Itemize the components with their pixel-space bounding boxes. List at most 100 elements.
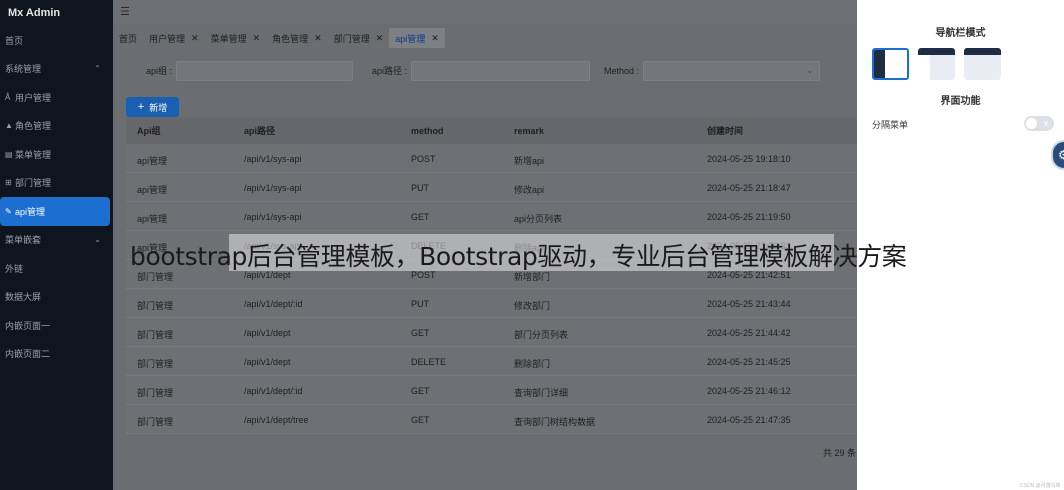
table-row[interactable]: api管理/api/v1/sys-api GET api分页列表 2024-05-25…: [126, 202, 857, 231]
filter-path: api路径 :: [372, 60, 591, 81]
table-cell: 部门管理: [137, 301, 174, 311]
add-button[interactable]: + 新增: [126, 97, 179, 117]
table-cell: 修改api: [514, 185, 545, 195]
table-cell: PUT: [411, 183, 429, 193]
user-icon: Å: [5, 92, 11, 102]
table-cell: 2024-05-25 21:46:12: [707, 386, 791, 396]
toggle-knob: [1026, 118, 1037, 129]
sidebar: Mx Admin 首页 系统管理 ⌃ Å 用户管理 ▲ 角色管理 ▤ 菜单管理 ⊞ 部门管理 ✎ api…: [0, 0, 113, 490]
tab-label: 部门管理: [333, 33, 370, 44]
sidebar-item-7[interactable]: 菜单嵌套 ⌄: [0, 226, 113, 255]
table-cell: /api/v1/dept/tree: [244, 415, 309, 425]
table-cell: 2024-05-25 19:18:10: [707, 154, 791, 164]
split-menu-label: 分隔菜单: [872, 120, 909, 130]
dept-icon: ⊞: [5, 178, 12, 188]
pagination-total: 共 29 条: [823, 448, 857, 458]
api-group-label: api组 :: [146, 66, 173, 76]
api-group-input[interactable]: [176, 60, 354, 81]
sidebar-item-label: 用户管理: [15, 92, 52, 103]
table-row[interactable]: api管理/api/v1/sys-api POST 新增api 2024-05-25 …: [126, 144, 857, 173]
layout-top-bar: [964, 48, 1001, 55]
chevron-down-icon: ⌄: [806, 65, 814, 75]
table-cell: 2024-05-25 21:19:50: [707, 212, 791, 222]
close-icon[interactable]: ✕: [314, 33, 322, 44]
close-icon[interactable]: ✕: [253, 33, 261, 44]
table-cell: /api/v1/sys-api: [244, 154, 302, 164]
layout-option-mixed[interactable]: [918, 48, 955, 80]
table-cell: GET: [411, 328, 430, 338]
chevron-up-icon: ⌃: [94, 64, 101, 74]
column-header: remark: [514, 125, 545, 136]
table-cell: GET: [411, 212, 430, 222]
table-cell: api分页列表: [514, 214, 563, 224]
method-select[interactable]: ⌄: [643, 60, 821, 81]
table-cell: 查询部门详细: [514, 388, 569, 398]
api-path-input[interactable]: [411, 60, 591, 81]
column-header: method: [411, 125, 444, 136]
column-header: 创建时间: [707, 126, 744, 136]
layout-option-top[interactable]: [964, 48, 1001, 80]
tab-1[interactable]: 用户管理 ✕: [143, 28, 205, 48]
sidebar-item-2[interactable]: Å 用户管理: [0, 83, 113, 112]
table-cell: 查询部门树结构数据: [514, 417, 596, 427]
table-cell: /api/v1/dept: [244, 357, 291, 367]
tab-0[interactable]: 首页: [113, 28, 143, 48]
table-cell: 部门管理: [137, 359, 174, 369]
close-icon[interactable]: ✕: [376, 33, 384, 44]
table-cell: PUT: [411, 299, 429, 309]
close-icon[interactable]: ✕: [191, 33, 199, 44]
hamburger-icon[interactable]: ☰: [120, 5, 130, 18]
api-table: Api组 api路径 method remark 创建时间 api管理/api/v1/s…: [126, 117, 857, 434]
close-icon[interactable]: ✕: [431, 33, 439, 44]
split-menu-toggle[interactable]: 关: [1024, 116, 1054, 131]
sidebar-item-5[interactable]: ⊞ 部门管理: [0, 169, 113, 198]
table-cell: 修改部门: [514, 301, 551, 311]
table-cell: 2024-05-25 21:45:25: [707, 357, 791, 367]
tab-2[interactable]: 菜单管理 ✕: [205, 28, 267, 48]
table-row[interactable]: 部门管理/api/v1/dept GET 部门分页列表 2024-05-25 21:4…: [126, 318, 857, 347]
table-cell: DELETE: [411, 357, 447, 367]
tab-5[interactable]: api管理 ✕: [389, 28, 445, 48]
sidebar-item-10[interactable]: 内嵌页面一: [0, 311, 113, 340]
sidebar-item-6[interactable]: ✎ api管理: [0, 197, 110, 226]
sidebar-item-11[interactable]: 内嵌页面二: [0, 340, 113, 369]
table-cell: api管理: [137, 156, 168, 166]
sidebar-item-4[interactable]: ▤ 菜单管理: [0, 140, 113, 169]
table-cell: 部门管理: [137, 330, 174, 340]
tab-4[interactable]: 部门管理 ✕: [328, 28, 390, 48]
column-header: api路径: [244, 126, 276, 136]
sidebar-item-label: 系统管理: [5, 64, 42, 75]
layout-option-side[interactable]: [872, 48, 909, 80]
table-cell: /api/v1/sys-api: [244, 212, 302, 222]
tab-3[interactable]: 角色管理 ✕: [266, 28, 328, 48]
chevron-down-icon: ⌄: [94, 235, 101, 245]
sidebar-item-3[interactable]: ▲ 角色管理: [0, 112, 113, 141]
table-row[interactable]: 部门管理/api/v1/dept/:id GET 查询部门详细 2024-05-25 …: [126, 376, 857, 405]
toggle-label: 关: [1042, 122, 1049, 128]
sidebar-item-9[interactable]: 数据大屏: [0, 283, 113, 312]
table-cell: 2024-05-25 21:47:35: [707, 415, 791, 425]
nav-mode-title: 导航栏模式: [935, 28, 986, 39]
table-cell: 删除部门: [514, 359, 551, 369]
table-cell: GET: [411, 415, 430, 425]
sidebar-item-label: 内嵌页面一: [5, 320, 51, 331]
api-path-label: api路径 :: [372, 66, 408, 76]
table-cell: GET: [411, 386, 430, 396]
table-cell: api管理: [137, 214, 168, 224]
layout-side-bar: [874, 50, 885, 78]
table-row[interactable]: 部门管理/api/v1/dept/:id PUT 修改部门 2024-05-25 21…: [126, 289, 857, 318]
table-header: Api组 api路径 method remark 创建时间: [126, 117, 857, 144]
sidebar-item-1[interactable]: 系统管理 ⌃: [0, 55, 113, 84]
table-row[interactable]: 部门管理/api/v1/dept DELETE 删除部门 2024-05-25 21:…: [126, 347, 857, 376]
sidebar-item-label: 部门管理: [15, 178, 52, 189]
ui-function-title: 界面功能: [940, 96, 981, 107]
table-cell: 部门管理: [137, 388, 174, 398]
sidebar-item-8[interactable]: 外链: [0, 254, 113, 283]
plus-icon: +: [137, 101, 145, 113]
table-cell: 2024-05-25 21:43:44: [707, 299, 791, 309]
table-row[interactable]: api管理/api/v1/sys-api PUT 修改api 2024-05-25 2…: [126, 173, 857, 202]
layout-top-bar: [918, 48, 955, 55]
filter-method: Method : ⌄: [604, 60, 821, 81]
table-row[interactable]: 部门管理/api/v1/dept/tree GET 查询部门树结构数据 2024-05…: [126, 405, 857, 434]
sidebar-item-0[interactable]: 首页: [0, 26, 113, 55]
